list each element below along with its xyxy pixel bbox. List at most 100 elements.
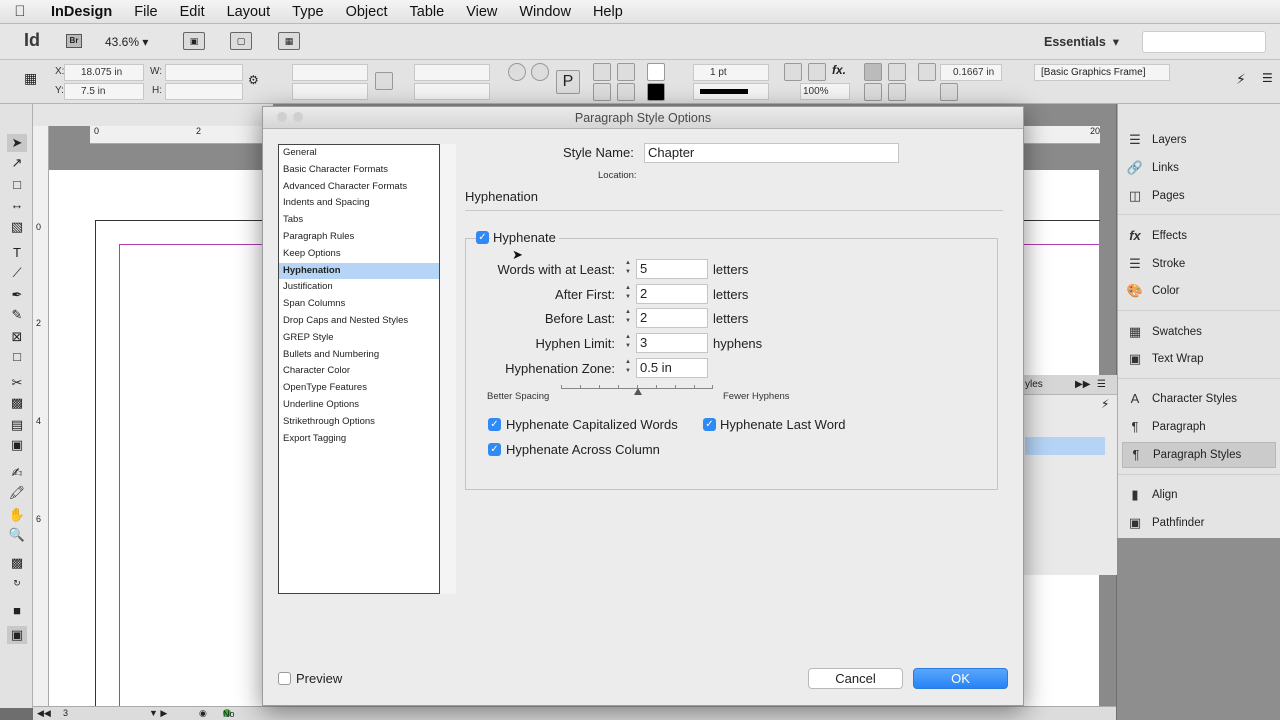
drop-shadow-icon[interactable] (784, 63, 802, 81)
flip-vertical-icon[interactable] (593, 83, 611, 101)
rectangle-frame-tool-icon[interactable]: ⊠ (7, 328, 27, 346)
menu-file[interactable]: File (123, 4, 168, 20)
style-name-input[interactable]: Chapter (644, 143, 899, 163)
object-style-dropdown[interactable]: [Basic Graphics Frame] (1034, 64, 1170, 81)
hyphen-limit-stepper[interactable]: ▲ ▼ (621, 333, 635, 353)
selection-tool-icon[interactable]: ➤ (7, 134, 27, 152)
hyphenate-capitalized-checkbox[interactable]: ✓ (488, 418, 501, 431)
eyedropper-tool-icon[interactable]: 🖍 (7, 484, 27, 502)
panel-paragraph[interactable]: ¶ Paragraph (1126, 414, 1278, 440)
panel-character-styles[interactable]: A Character Styles (1126, 386, 1278, 412)
stroke-swatch-icon[interactable] (647, 83, 665, 101)
menu-edit[interactable]: Edit (169, 4, 216, 20)
menu-help[interactable]: Help (582, 4, 634, 20)
select-content-icon[interactable] (617, 83, 635, 101)
close-window-icon[interactable] (277, 112, 287, 122)
zoom-tool-icon[interactable]: 🔍 (7, 526, 27, 544)
panel-pathfinder[interactable]: ▣ Pathfinder (1126, 510, 1278, 536)
panel-align[interactable]: ▮ Align (1126, 482, 1278, 508)
zoom-level-dropdown[interactable]: 43.6% ▾ (105, 35, 148, 49)
scale-x-field[interactable] (292, 64, 368, 81)
screen-mode-tool-icon[interactable]: ▣ (7, 626, 27, 644)
panel-options-icon[interactable]: ☰ (1097, 375, 1106, 395)
stroke-weight-field[interactable]: 1 pt (693, 64, 769, 81)
menu-window[interactable]: Window (508, 4, 582, 20)
panel-color[interactable]: 🎨 Color (1126, 278, 1278, 304)
content-collector-icon[interactable]: ▧ (7, 218, 27, 236)
line-tool-icon[interactable]: ⟋ (7, 264, 27, 282)
vertical-ruler[interactable]: 0 2 4 6 (33, 126, 49, 706)
menu-app[interactable]: InDesign (40, 4, 123, 20)
panel-swatches[interactable]: ▦ Swatches (1126, 319, 1278, 345)
menu-object[interactable]: Object (335, 4, 399, 20)
w-field[interactable] (165, 64, 243, 81)
free-transform-tool-icon[interactable]: ▩ (7, 394, 27, 412)
cancel-button[interactable]: Cancel (808, 668, 903, 689)
hyphenation-zone-stepper[interactable]: ▲ ▼ (621, 358, 635, 378)
view-options-icon[interactable]: ▣ (183, 32, 205, 50)
fill-stroke-icon[interactable]: ▩ (7, 554, 27, 572)
align-center-icon[interactable] (864, 83, 882, 101)
menu-table[interactable]: Table (399, 4, 456, 20)
shadow-icon[interactable] (808, 63, 826, 81)
text-frame-align-icon[interactable] (864, 63, 882, 81)
bridge-button[interactable]: Br (66, 34, 82, 48)
words-min-input[interactable]: 5 (636, 259, 708, 279)
align-bottom-icon[interactable] (888, 83, 906, 101)
select-container-icon[interactable] (617, 63, 635, 81)
spacing-slider-thumb[interactable] (634, 388, 642, 395)
text-frame-options-icon[interactable] (888, 63, 906, 81)
category-item[interactable]: Indents and Spacing (279, 195, 439, 211)
category-item[interactable]: General (279, 145, 439, 161)
ok-button[interactable]: OK (913, 668, 1008, 689)
category-item[interactable]: Basic Character Formats (279, 162, 439, 178)
rectangle-tool-icon[interactable]: □ (7, 348, 27, 366)
help-search-input[interactable] (1142, 31, 1266, 53)
scissors-tool-icon[interactable]: ✂ (7, 374, 27, 392)
hyphenate-last-word-checkbox[interactable]: ✓ (703, 418, 716, 431)
formatting-container-icon[interactable]: ■ (7, 602, 27, 620)
panel-stroke[interactable]: ☰ Stroke (1126, 251, 1278, 277)
panel-text-wrap[interactable]: ▣ Text Wrap (1126, 346, 1278, 372)
lightning-icon[interactable]: ⚡ (1101, 397, 1109, 411)
gradient-swatch-tool-icon[interactable]: ▤ (7, 416, 27, 434)
page-tool-icon[interactable]: □ (7, 176, 27, 194)
category-item[interactable]: Advanced Character Formats (279, 179, 439, 195)
words-min-stepper[interactable]: ▲ ▼ (621, 259, 635, 279)
collapse-icon[interactable]: ▶▶ (1075, 375, 1090, 395)
pencil-tool-icon[interactable]: ✎ (7, 306, 27, 324)
type-tool-icon[interactable]: T (7, 244, 27, 262)
frame-offset-field[interactable]: 0.1667 in (940, 64, 1002, 81)
category-item[interactable]: Underline Options (279, 397, 439, 413)
preflight-icon[interactable]: ◉ (199, 708, 207, 719)
fill-none-icon[interactable] (647, 63, 665, 81)
page-dropdown-icon[interactable]: ▼ ▶ (149, 708, 167, 719)
category-item[interactable]: Tabs (279, 212, 439, 228)
panel-links[interactable]: 🔗 Links (1126, 155, 1278, 181)
page-number-field[interactable]: 3 (63, 708, 68, 718)
lightning-icon[interactable]: ⚡ (1236, 71, 1254, 89)
scale-y-field[interactable] (292, 83, 368, 100)
rotate-cw-icon[interactable] (508, 63, 526, 81)
gradient-feather-tool-icon[interactable]: ▣ (7, 436, 27, 454)
stroke-type-dropdown[interactable] (693, 83, 769, 100)
screen-mode-icon[interactable]: ▢ (230, 32, 252, 50)
arrange-documents-icon[interactable]: ▦ (278, 32, 300, 50)
category-item[interactable]: Export Tagging (279, 431, 439, 447)
hand-tool-icon[interactable]: ✋ (7, 506, 27, 524)
y-field[interactable]: 7.5 in (64, 83, 144, 100)
corner-options-icon[interactable] (940, 83, 958, 101)
paragraph-p-icon[interactable]: P (556, 70, 580, 94)
x-field[interactable]: 18.075 in (64, 64, 144, 81)
panel-menu-icon[interactable]: ☰ (1262, 71, 1280, 89)
constrain-scale-icon[interactable] (375, 72, 393, 90)
before-last-stepper[interactable]: ▲ ▼ (621, 308, 635, 328)
direct-selection-tool-icon[interactable]: ↗ (7, 154, 27, 172)
before-last-input[interactable]: 2 (636, 308, 708, 328)
pen-tool-icon[interactable]: ✒ (7, 286, 27, 304)
swap-default-colors-icon[interactable]: ↻ (7, 574, 27, 592)
rotate-ccw-icon[interactable] (531, 63, 549, 81)
panel-effects[interactable]: fx Effects (1126, 223, 1278, 249)
effects-fx-icon[interactable]: fx. (832, 63, 850, 81)
selected-style-row[interactable] (1025, 437, 1105, 455)
